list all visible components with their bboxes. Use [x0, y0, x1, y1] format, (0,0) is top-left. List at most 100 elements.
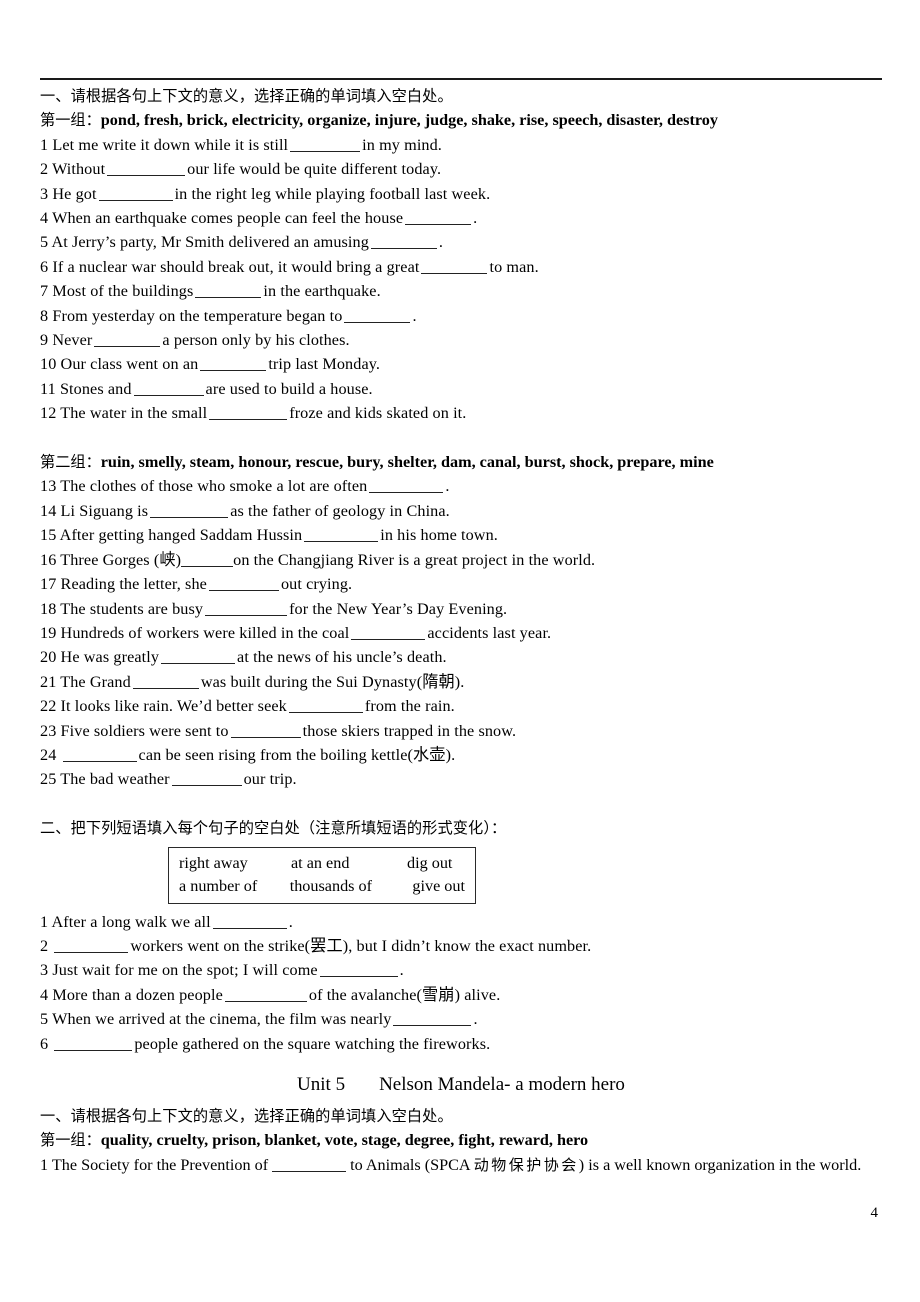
item-text-post: in my mind.	[362, 135, 442, 154]
question-item: 2 Without our life would be quite differe…	[40, 157, 882, 181]
page-content: 一、请根据各句上下文的意义，选择正确的单词填入空白处。 第一组：pond, fr…	[40, 78, 882, 1177]
answer-blank[interactable]	[405, 209, 472, 226]
item-number: 23	[40, 721, 57, 740]
answer-blank[interactable]	[133, 380, 204, 396]
item-number: 6	[40, 257, 49, 276]
answer-blank[interactable]	[224, 985, 307, 1002]
answer-blank[interactable]	[393, 1010, 472, 1027]
item-number: 9	[40, 331, 49, 350]
answer-blank[interactable]	[132, 672, 199, 689]
item-text-pre: Let me write it down while it is still	[52, 135, 289, 154]
item-number: 12	[40, 404, 57, 423]
answer-blank[interactable]	[351, 624, 426, 640]
answer-blank[interactable]	[94, 331, 161, 348]
answer-blank[interactable]	[98, 184, 173, 201]
answer-blank[interactable]	[421, 257, 488, 274]
item-text-post: in the earthquake.	[263, 282, 381, 301]
question-item: 10 Our class went on an trip last Monday.	[40, 352, 882, 376]
group-two-label-row: 第二组：ruin, smelly, steam, honour, rescue,…	[40, 450, 882, 474]
item-text-post: in the right leg while playing football …	[174, 184, 491, 203]
item-number: 19	[40, 623, 57, 642]
item-number: 24	[40, 745, 57, 764]
answer-blank[interactable]	[212, 912, 287, 929]
answer-blank[interactable]	[195, 282, 262, 299]
answer-blank[interactable]	[290, 135, 361, 152]
item-text-pre: The Society for the Prevention of	[51, 1155, 269, 1174]
question-item: 3 Just wait for me on the spot; I will c…	[40, 958, 882, 982]
answer-blank[interactable]	[288, 697, 363, 714]
answer-blank[interactable]	[304, 526, 379, 543]
answer-blank[interactable]	[107, 160, 186, 177]
question-item: 1 Let me write it down while it is still…	[40, 133, 882, 157]
item-text-pre: Hundreds of workers were killed in the c…	[60, 623, 350, 642]
item-text-post: .	[438, 233, 444, 252]
item-text-pre: Our class went on an	[60, 355, 199, 374]
answer-blank[interactable]	[369, 477, 444, 494]
answer-blank[interactable]	[209, 404, 288, 421]
question-item: 13 The clothes of those who smoke a lot …	[40, 474, 882, 498]
answer-blank[interactable]	[230, 721, 301, 738]
answer-blank[interactable]	[344, 306, 411, 323]
answer-blank[interactable]	[171, 770, 242, 787]
question-item: 1 The Society for the Prevention of to An…	[40, 1153, 882, 1177]
answer-blank[interactable]	[208, 575, 279, 592]
question-item: 5 When we arrived at the cinema, the fil…	[40, 1007, 882, 1031]
group-one-label: 第一组：	[40, 111, 101, 130]
answer-blank[interactable]	[205, 599, 288, 616]
answer-blank[interactable]	[54, 1034, 133, 1051]
item-text-pre: Five soldiers were sent to	[60, 721, 229, 740]
item-text-pre: Li Siguang is	[60, 501, 149, 520]
item-text-pre: More than a dozen people	[52, 985, 223, 1004]
item-text-pre: Most of the buildings	[52, 282, 194, 301]
item-text-pre: It looks like rain. We’d better seek	[60, 697, 287, 716]
group-two-words: ruin, smelly, steam, honour, rescue, bur…	[100, 453, 714, 472]
item-text-cn: 动物保护协会	[473, 1155, 579, 1174]
item-text-pre: The Grand	[60, 672, 131, 691]
item-number: 2	[40, 160, 49, 179]
item-text-post: .	[445, 477, 450, 496]
item-number: 13	[40, 477, 57, 496]
item-number: 10	[40, 355, 57, 374]
question-item: 12 The water in the small froze and kids …	[40, 401, 882, 425]
phrase-bank-row: a number of thousands of give out	[179, 875, 465, 898]
answer-blank[interactable]	[54, 937, 129, 953]
item-number: 15	[40, 526, 57, 545]
item-text-post: out crying.	[280, 575, 353, 594]
question-item: 19 Hundreds of workers were killed in th…	[40, 621, 882, 645]
item-text-pre: At Jerry’s party, Mr Smith delivered an …	[51, 233, 369, 252]
item-number: 5	[40, 233, 49, 252]
item-text-post: a person only by his clothes.	[162, 331, 350, 350]
section-one-heading: 一、请根据各句上下文的意义，选择正确的单词填入空白处。	[40, 87, 453, 105]
answer-blank[interactable]	[62, 746, 137, 762]
answer-blank[interactable]	[319, 961, 398, 978]
answer-blank[interactable]	[200, 355, 267, 372]
question-item: 25 The bad weather our trip.	[40, 767, 882, 791]
answer-blank[interactable]	[150, 502, 229, 518]
question-item: 4 More than a dozen people of the avalanc…	[40, 983, 882, 1007]
item-text-post: can be seen rising from the boiling kett…	[138, 745, 456, 764]
item-text-post: of the avalanche(雪崩) alive.	[308, 985, 501, 1004]
question-item: 9 Never a person only by his clothes.	[40, 328, 882, 352]
item-text-pre: Three Gorges (峡)	[60, 550, 182, 569]
item-number: 14	[40, 501, 57, 520]
item-text-pre: After getting hanged Saddam Hussin	[59, 526, 303, 545]
question-item: 4 When an earthquake comes people can fe…	[40, 206, 882, 230]
section-two-heading: 二、把下列短语填入每个句子的空白处（注意所填短语的形式变化）：	[40, 819, 507, 838]
answer-blank[interactable]	[370, 233, 437, 250]
item-text-post: workers went on the strike(罢工), but I di…	[130, 936, 592, 955]
item-number: 17	[40, 575, 57, 594]
item-text-post: our trip.	[243, 770, 297, 789]
group-one-label-row: 第一组：pond, fresh, brick, electricity, org…	[40, 108, 882, 132]
item-number: 5	[40, 1010, 49, 1029]
item-number: 8	[40, 306, 49, 325]
answer-blank[interactable]	[181, 550, 234, 567]
item-text-pre: After a long walk we all	[51, 912, 211, 931]
question-item: 22 It looks like rain. We’d better seek f…	[40, 694, 882, 718]
answer-blank[interactable]	[161, 648, 236, 665]
item-text-pre: He got	[52, 184, 97, 203]
answer-blank[interactable]	[272, 1155, 347, 1172]
item-number: 16	[40, 550, 57, 569]
item-number: 21	[40, 672, 57, 691]
item-number: 18	[40, 599, 57, 618]
item-text-post: on the Changjiang River is a great proje…	[233, 550, 596, 569]
